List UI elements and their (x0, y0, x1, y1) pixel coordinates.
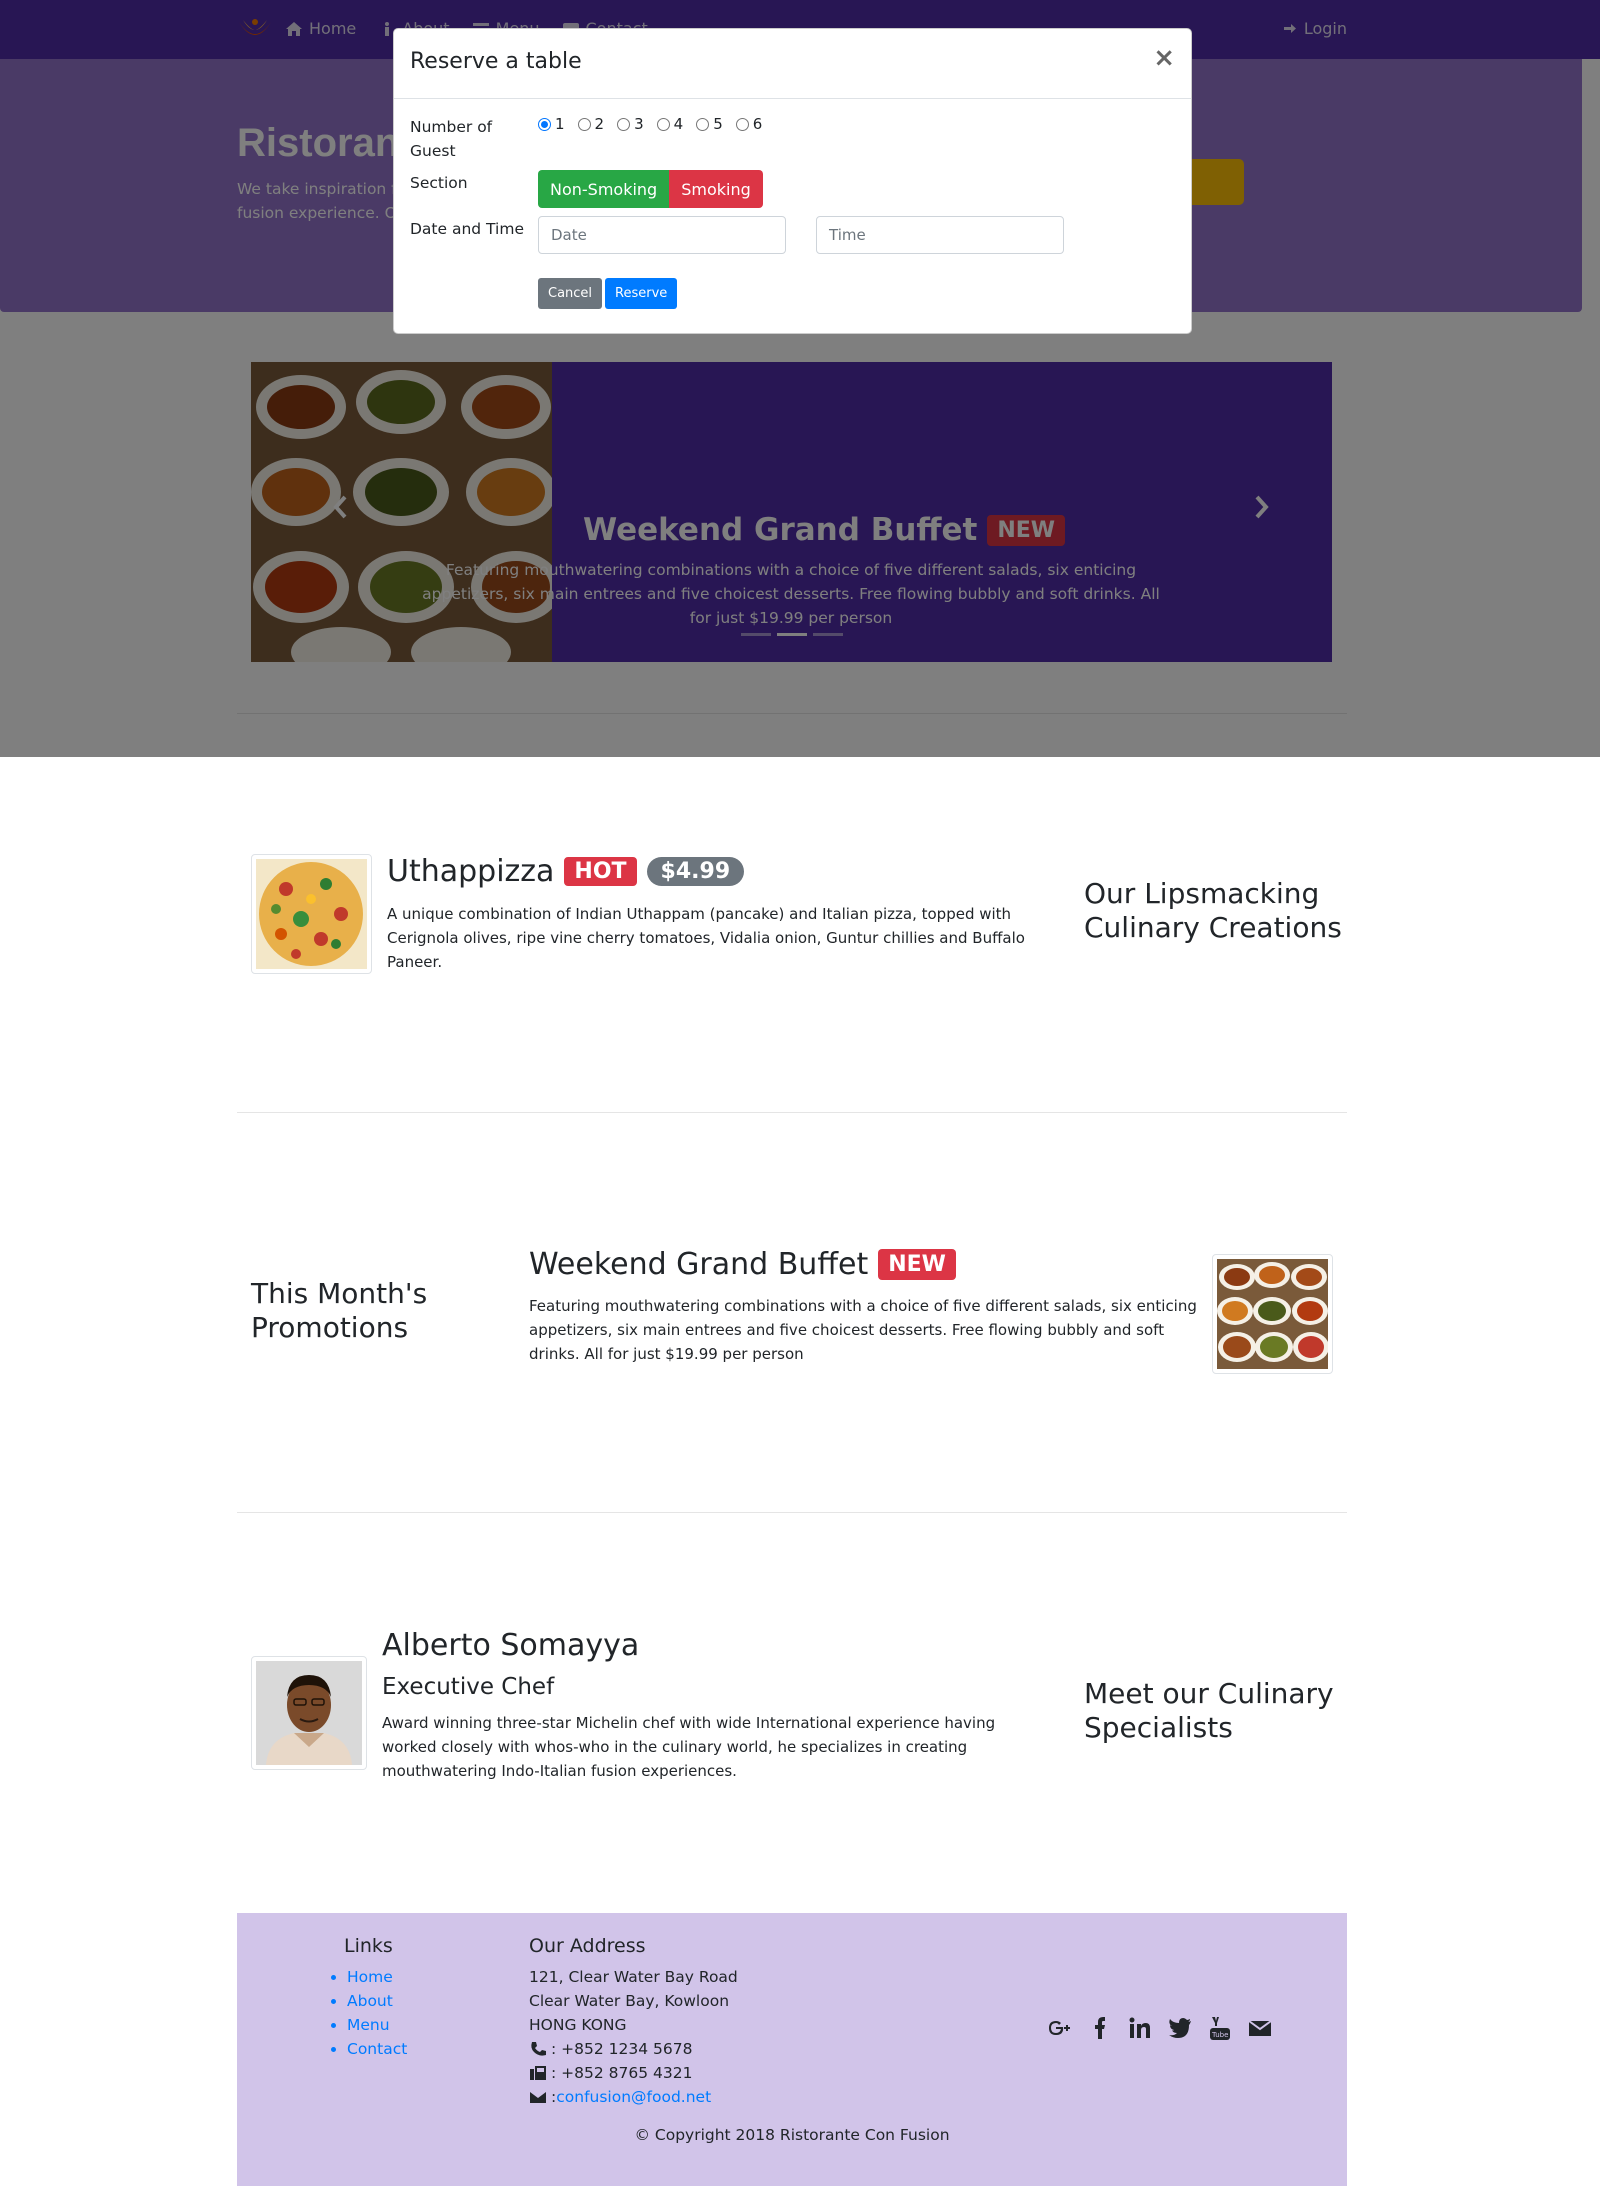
new-badge: NEW (878, 1249, 956, 1280)
reserve-modal: Reserve a table × Number of Guest 1 2 3 … (393, 28, 1192, 334)
guest-radio-6[interactable]: 6 (735, 115, 763, 133)
non-smoking-button[interactable]: Non-Smoking (538, 170, 670, 208)
dish-thumbnail (251, 854, 372, 974)
footer-links-list: Home About Menu Contact (347, 1965, 407, 2061)
radio-label: 3 (634, 115, 644, 133)
promotion-title: Weekend Grand Buffet (529, 1247, 869, 1282)
phone-icon (531, 2042, 546, 2056)
close-icon[interactable]: × (1153, 43, 1175, 73)
radio-button[interactable] (656, 117, 670, 131)
footer: Links Home About Menu Contact Our Addres… (237, 1913, 1347, 2186)
radio-button[interactable] (538, 117, 551, 131)
address-line: Clear Water Bay, Kowloon (529, 1992, 730, 2010)
chef-photo (256, 1661, 362, 1765)
guest-radio-5[interactable]: 5 (696, 115, 723, 133)
fax-row: : +852 8765 4321 (529, 2061, 738, 2085)
leader-description: Award winning three-star Michelin chef w… (382, 1714, 996, 1780)
section-label: Section (410, 174, 468, 192)
buffet-thumbnail-image (1217, 1259, 1329, 1369)
smoking-button[interactable]: Smoking (669, 170, 763, 208)
leader-role: Executive Chef (382, 1674, 555, 1700)
phone-row: : +852 1234 5678 (529, 2037, 738, 2061)
hot-badge: HOT (564, 857, 637, 886)
footer-link-menu[interactable]: Menu (347, 2013, 407, 2037)
guests-label: Number of Guest (410, 118, 493, 160)
guest-radio-group: 1 2 3 4 5 6 (538, 115, 762, 133)
fax-number: : +852 8765 4321 (551, 2064, 693, 2082)
radio-button[interactable] (617, 117, 631, 131)
envelope-icon (530, 2092, 546, 2103)
cancel-button[interactable]: Cancel (538, 278, 603, 309)
pizza-image (256, 859, 367, 969)
copyright: © Copyright 2018 Ristorante Con Fusion (634, 2126, 950, 2144)
footer-link-contact[interactable]: Contact (347, 2037, 407, 2061)
reserve-button[interactable]: Reserve (605, 278, 678, 309)
guest-radio-2[interactable]: 2 (577, 115, 605, 133)
divider (237, 1512, 1347, 1513)
svg-text:Tube: Tube (1211, 2031, 1228, 2039)
date-input[interactable]: Date (538, 216, 786, 254)
footer-link-about[interactable]: About (347, 1989, 407, 2013)
dish-section-heading: Our Lipsmacking Culinary Creations (1084, 877, 1342, 944)
email-link[interactable]: confusion@food.net (556, 2085, 711, 2109)
promotion-section-heading: This Month's Promotions (251, 1277, 428, 1344)
address-line: HONG KONG (529, 2016, 627, 2034)
guest-radio-1[interactable]: 1 (538, 115, 565, 133)
footer-address: 121, Clear Water Bay Road Clear Water Ba… (529, 1965, 738, 2109)
section-button-group: Non-Smoking Smoking (538, 170, 763, 208)
promotion-title-row: Weekend Grand Buffet NEW (529, 1247, 956, 1282)
facebook-icon[interactable] (1087, 2015, 1113, 2041)
modal-header: Reserve a table × (394, 29, 1191, 99)
address-line: 121, Clear Water Bay Road (529, 1968, 738, 1986)
radio-label: 1 (555, 115, 565, 133)
leader-name-row: Alberto Somayya (382, 1628, 639, 1663)
dish-title-row: Uthappizza HOT $4.99 (387, 854, 745, 889)
envelope-icon[interactable] (1247, 2015, 1273, 2041)
guest-radio-4[interactable]: 4 (656, 115, 684, 133)
radio-label: 2 (594, 115, 605, 133)
google-plus-icon[interactable] (1047, 2015, 1073, 2041)
time-input[interactable]: Time (816, 216, 1064, 254)
guest-radio-3[interactable]: 3 (617, 115, 644, 133)
social-icons: Tube (1047, 2015, 1273, 2041)
divider (237, 1112, 1347, 1113)
radio-button[interactable] (577, 117, 591, 131)
radio-label: 5 (713, 115, 723, 133)
leader-thumbnail (251, 1656, 367, 1770)
modal-title: Reserve a table (410, 49, 582, 74)
fax-icon (530, 2066, 546, 2080)
email-row: : confusion@food.net (529, 2085, 738, 2109)
footer-address-heading: Our Address (529, 1935, 646, 1957)
linkedin-icon[interactable] (1127, 2015, 1153, 2041)
radio-button[interactable] (696, 117, 710, 131)
promotion-description: Featuring mouthwatering combinations wit… (529, 1297, 1197, 1363)
twitter-icon[interactable] (1167, 2015, 1193, 2041)
leader-name: Alberto Somayya (382, 1628, 640, 1663)
leader-section-heading: Meet our Culinary Specialists (1084, 1677, 1334, 1744)
radio-label: 6 (752, 115, 763, 133)
dish-description: A unique combination of Indian Uthappam … (387, 905, 1025, 971)
dish-title: Uthappizza (387, 854, 555, 889)
promotion-thumbnail (1212, 1254, 1333, 1374)
footer-links-heading: Links (344, 1935, 393, 1957)
radio-button[interactable] (735, 117, 749, 131)
youtube-icon[interactable]: Tube (1207, 2015, 1233, 2041)
phone-number: : +852 1234 5678 (551, 2040, 693, 2058)
datetime-label: Date and Time (410, 220, 524, 238)
radio-label: 4 (673, 115, 684, 133)
price-badge: $4.99 (646, 857, 745, 886)
footer-link-home[interactable]: Home (347, 1965, 407, 1989)
